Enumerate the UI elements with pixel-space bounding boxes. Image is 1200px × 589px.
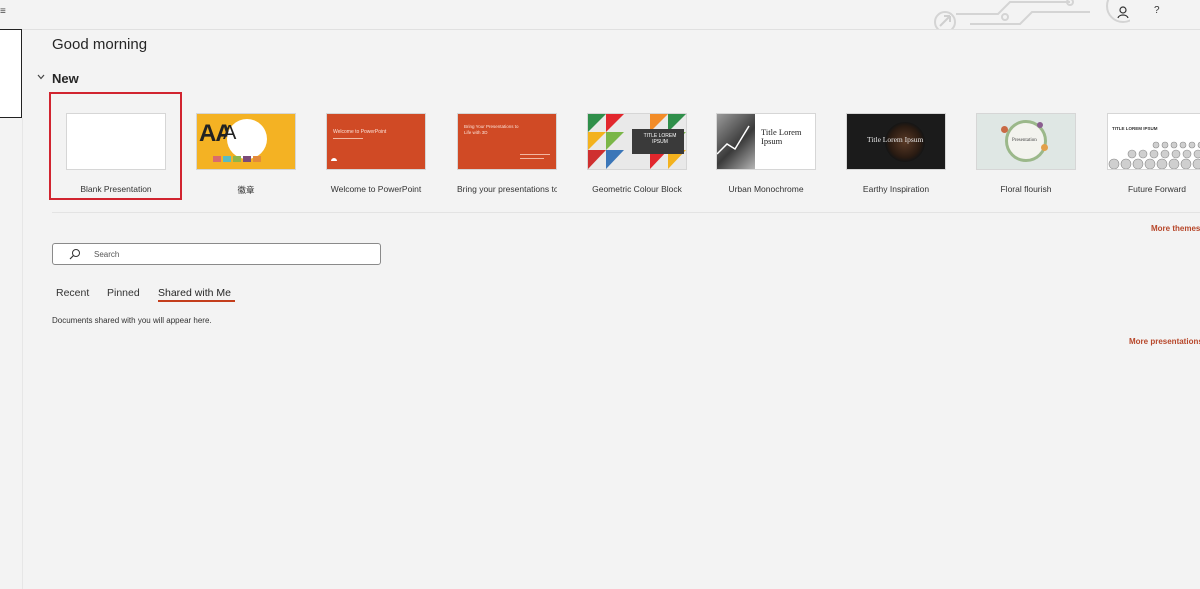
thumbnail-text: TITLE LOREM IPSUM [1112,126,1158,131]
template-badge[interactable]: AA A 徽章 [196,113,296,196]
thumbnail-text: Welcome to PowerPoint [333,129,387,135]
template-welcome-powerpoint[interactable]: Welcome to PowerPoint Welcome to PowerPo… [326,113,426,194]
template-geometric-colour-block[interactable]: TITLE LOREM IPSUM Geometric Colour Block [587,113,687,194]
template-urban-monochrome[interactable]: Title Lorem Ipsum Urban Monochrome [716,113,816,194]
thumbnail-text: Title Lorem Ipsum [867,135,924,144]
template-thumbnail: TITLE LOREM IPSUM [1107,113,1200,170]
template-blank-presentation[interactable]: Blank Presentation [66,113,166,194]
circuit-decoration [934,0,1130,29]
template-label: 徽章 [237,185,255,195]
template-thumbnail: Title Lorem Ipsum [846,113,946,170]
active-tab-indicator [158,300,235,302]
thumbnail-text: TITLE LOREM IPSUM [643,133,677,145]
thumbnail-text: Presentation [1012,138,1037,143]
thumbnail-text: Bring Your Presentations to Life with 3D [464,124,519,135]
template-thumbnail: TITLE LOREM IPSUM [587,113,687,170]
help-icon[interactable]: ? [1154,5,1160,16]
title-bar: ≡ ? [0,0,1200,30]
template-earthy-inspiration[interactable]: Title Lorem Ipsum Earthy Inspiration [846,113,946,194]
nav-divider [22,118,23,589]
nav-pane-collapsed[interactable] [0,29,22,118]
search-icon [69,249,80,260]
account-icon[interactable] [1116,4,1132,20]
template-label: Bring your presentations to li... [457,184,557,194]
tab-pinned[interactable]: Pinned [107,287,140,299]
more-presentations-link[interactable]: More presentations [1129,337,1200,346]
new-section-label: New [52,71,79,86]
tab-recent[interactable]: Recent [56,287,89,299]
template-label: Blank Presentation [80,184,152,194]
template-thumbnail: Title Lorem Ipsum [716,113,816,170]
template-bring-presentations-to-life[interactable]: Bring Your Presentations to Life with 3D… [457,113,557,194]
empty-state-message: Documents shared with you will appear he… [52,316,212,325]
greeting-heading: Good morning [52,36,148,53]
template-label: Floral flourish [1000,184,1052,194]
search-input[interactable] [94,247,364,261]
tab-shared-with-me[interactable]: Shared with Me [158,287,231,299]
template-label: Urban Monochrome [728,184,804,194]
template-thumbnail: Bring Your Presentations to Life with 3D [457,113,557,170]
template-thumbnail: Welcome to PowerPoint [326,113,426,170]
template-thumbnail: Presentation [976,113,1076,170]
template-label: Earthy Inspiration [862,184,930,194]
menu-glyph[interactable]: ≡ [0,6,6,17]
template-label: Welcome to PowerPoint [330,184,422,194]
template-label: Future Forward [1127,184,1187,194]
template-future-forward[interactable]: TITLE LOREM IPSUM Future Forward [1107,113,1200,194]
template-floral-flourish[interactable]: Presentation Floral flourish [976,113,1076,194]
template-thumbnail [66,113,166,170]
search-box[interactable] [52,243,381,265]
template-thumbnail: AA A [196,113,296,170]
template-label: Geometric Colour Block [592,184,682,194]
section-divider [52,212,1200,213]
chevron-down-icon[interactable] [36,72,46,82]
thumbnail-text: Title Lorem Ipsum [761,127,802,146]
more-themes-link[interactable]: More themes [1151,224,1200,233]
